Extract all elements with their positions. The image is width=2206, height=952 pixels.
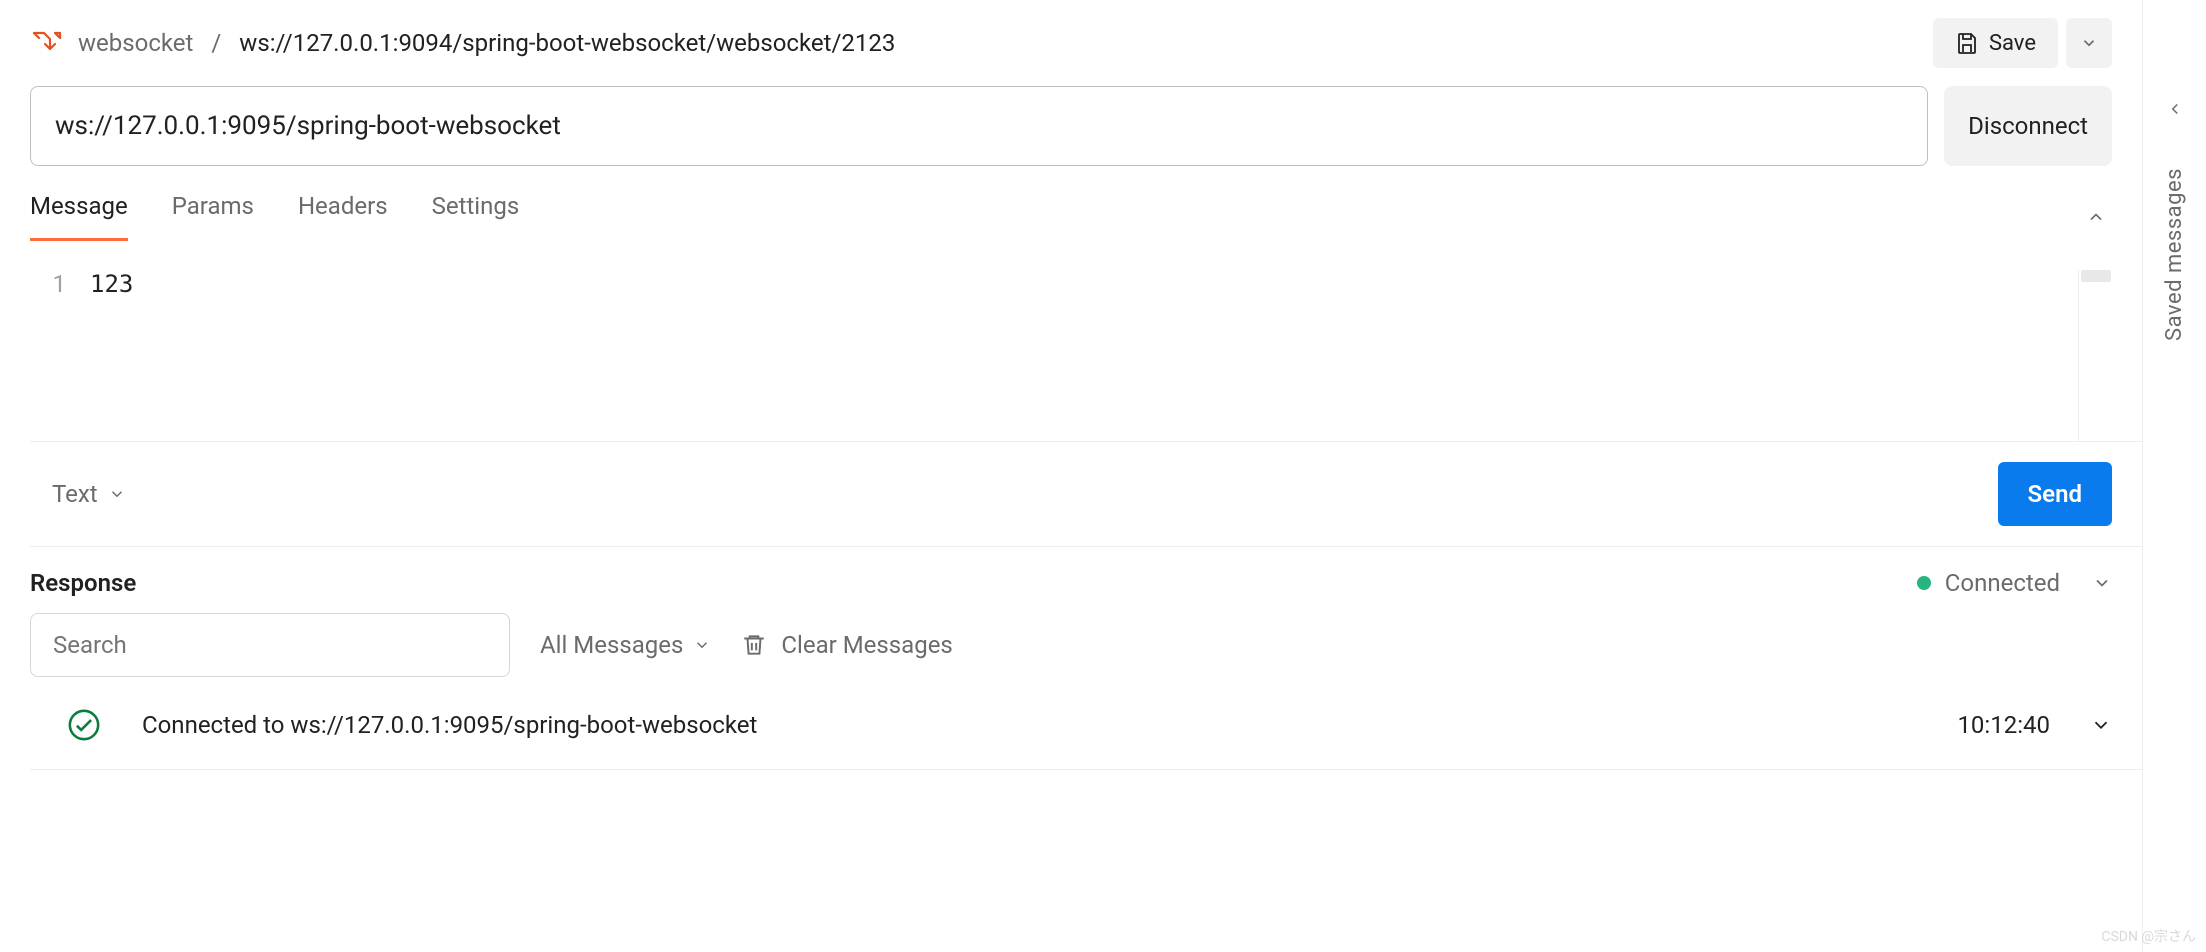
editor-content[interactable]: 123 [90, 270, 133, 441]
line-number: 1 [30, 270, 66, 298]
chevron-down-icon [2092, 573, 2112, 593]
chevron-left-icon [2166, 100, 2184, 118]
breadcrumb: websocket / ws://127.0.0.1:9094/spring-b… [78, 29, 895, 57]
editor-gutter: 1 [30, 270, 90, 441]
save-label: Save [1989, 31, 2036, 56]
message-type-label: Text [52, 480, 98, 508]
disconnect-button[interactable]: Disconnect [1944, 86, 2112, 166]
rail-collapse-button[interactable] [2166, 100, 2184, 118]
tab-params[interactable]: Params [172, 192, 254, 241]
tab-headers[interactable]: Headers [298, 192, 388, 241]
header-actions: Save [1933, 18, 2112, 68]
status-expand-button[interactable] [2092, 573, 2112, 593]
send-button[interactable]: Send [1998, 462, 2112, 526]
header-row: websocket / ws://127.0.0.1:9094/spring-b… [30, 0, 2142, 86]
check-circle-icon [66, 707, 102, 743]
response-toolbar: All Messages Clear Messages [30, 613, 2142, 677]
clear-label: Clear Messages [781, 631, 952, 659]
collapse-editor-button[interactable] [2080, 201, 2112, 233]
breadcrumb-request[interactable]: ws://127.0.0.1:9094/spring-boot-websocke… [239, 29, 895, 57]
websocket-icon [30, 26, 64, 60]
message-text: Connected to ws://127.0.0.1:9095/spring-… [142, 711, 757, 739]
message-search-input[interactable] [30, 613, 510, 677]
breadcrumb-separator: / [211, 29, 221, 57]
status-text: Connected [1945, 569, 2060, 597]
connection-status: Connected [1917, 569, 2112, 597]
chevron-down-icon [2090, 714, 2112, 736]
editor-scrollbar[interactable] [2078, 270, 2112, 441]
tabs: Message Params Headers Settings [30, 192, 519, 241]
save-button[interactable]: Save [1933, 18, 2058, 68]
message-expand-button[interactable] [2090, 714, 2112, 736]
chevron-down-icon [2080, 34, 2098, 52]
url-row: Disconnect [30, 86, 2142, 166]
chevron-up-icon [2086, 207, 2106, 227]
message-editor[interactable]: 1 123 [30, 242, 2142, 442]
clear-messages-button[interactable]: Clear Messages [741, 631, 952, 659]
tabs-row: Message Params Headers Settings [30, 174, 2142, 242]
composer-bar: Text Send [30, 442, 2142, 547]
message-time: 10:12:40 [1957, 711, 2050, 739]
filter-label: All Messages [540, 631, 683, 659]
watermark: CSDN @宗さん [2101, 926, 2196, 946]
save-icon [1955, 31, 1979, 55]
trash-icon [741, 632, 767, 658]
url-input[interactable] [30, 86, 1928, 166]
response-title: Response [30, 569, 136, 597]
breadcrumb-workspace[interactable]: websocket [78, 29, 193, 57]
saved-messages-label[interactable]: Saved messages [2162, 168, 2187, 341]
save-more-button[interactable] [2066, 18, 2112, 68]
tab-settings[interactable]: Settings [432, 192, 520, 241]
response-header: Response Connected [30, 547, 2142, 613]
message-row[interactable]: Connected to ws://127.0.0.1:9095/spring-… [30, 681, 2142, 770]
right-rail: Saved messages [2142, 0, 2206, 952]
message-type-select[interactable]: Text [44, 474, 134, 514]
status-dot-icon [1917, 576, 1931, 590]
chevron-down-icon [108, 485, 126, 503]
message-filter-select[interactable]: All Messages [540, 631, 711, 659]
scrollbar-thumb[interactable] [2081, 270, 2111, 282]
chevron-down-icon [693, 636, 711, 654]
tab-message[interactable]: Message [30, 192, 128, 241]
